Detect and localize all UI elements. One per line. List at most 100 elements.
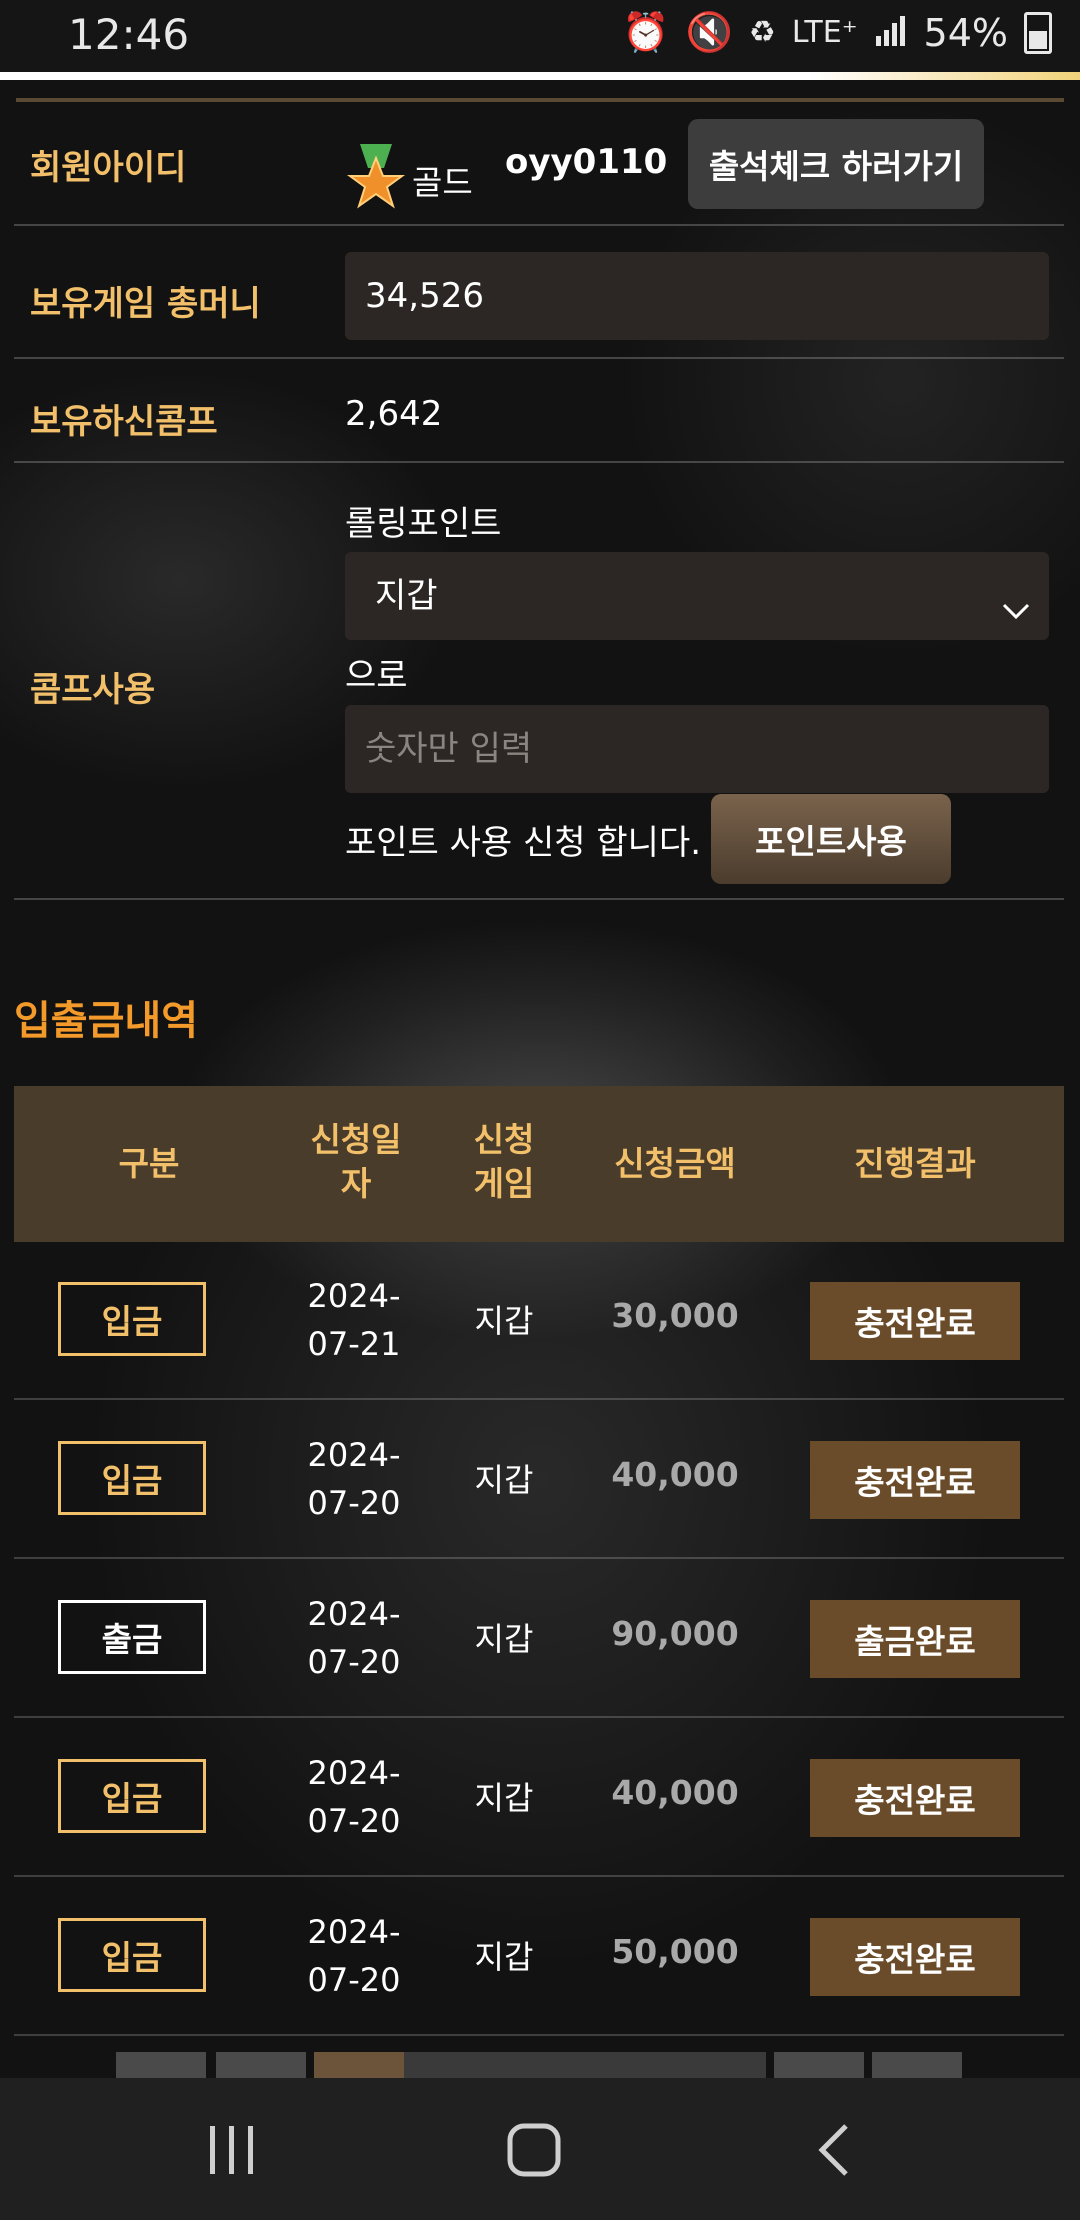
row-date-line2: 07-20 xyxy=(307,1484,401,1522)
status-bar: 12:46 ⏰ 🔇 ♻ LTE⁺ 54% xyxy=(0,0,1080,72)
pagination-last-button[interactable] xyxy=(872,2052,962,2078)
comp-use-label: 콤프사용 xyxy=(30,670,156,710)
status-icons: ⏰ 🔇 ♻ LTE⁺ 54% xyxy=(622,10,1052,55)
row-game: 지갑 xyxy=(474,1938,534,1976)
point-amount-input[interactable]: 숫자만 입력 xyxy=(345,705,1049,793)
table-row: 입금 2024- 07-21 지갑 30,000 충전완료 xyxy=(14,1242,1064,1400)
row-type-badge: 입금 xyxy=(58,1441,206,1515)
row-date-line1: 2024- xyxy=(307,1913,401,1951)
row-type-badge: 입금 xyxy=(58,1918,206,1992)
row-result-badge: 충전완료 xyxy=(810,1441,1020,1519)
table-row: 출금 2024- 07-20 지갑 90,000 출금완료 xyxy=(14,1560,1064,1718)
row-date-line2: 07-21 xyxy=(307,1325,401,1363)
row-type-badge: 입금 xyxy=(58,1759,206,1833)
network-label: LTE⁺ xyxy=(791,15,858,50)
table-row: 입금 2024- 07-20 지갑 50,000 충전완료 xyxy=(14,1878,1064,2036)
wallet-select[interactable]: 지갑 xyxy=(345,552,1049,640)
header-game-line2: 게임 xyxy=(473,1164,535,1203)
row-amount: 30,000 xyxy=(611,1296,739,1335)
row-game: 지갑 xyxy=(474,1461,534,1499)
header-type: 구분 xyxy=(118,1144,180,1183)
status-time: 12:46 xyxy=(68,10,190,59)
history-title: 입출금내역 xyxy=(14,998,198,1044)
history-table-header: 구분 신청일 자 신청 게임 신청금액 진행결과 xyxy=(14,1086,1064,1242)
row-date: 2024- 07-21 xyxy=(274,1272,434,1368)
battery-icon xyxy=(1024,11,1052,54)
row-date-line2: 07-20 xyxy=(307,1802,401,1840)
signal-icon xyxy=(874,11,908,55)
row-date: 2024- 07-20 xyxy=(274,1749,434,1845)
row-date: 2024- 07-20 xyxy=(274,1431,434,1527)
divider xyxy=(14,224,1064,226)
member-user-id: oyy0110 xyxy=(505,142,668,182)
row-date-line1: 2024- xyxy=(307,1436,401,1474)
game-money-field: 34,526 xyxy=(345,252,1049,340)
header-accent-line xyxy=(0,72,1080,80)
recents-icon[interactable] xyxy=(206,2122,258,2182)
to-label: 으로 xyxy=(345,656,408,696)
row-result-badge: 충전완료 xyxy=(810,1759,1020,1837)
row-date-line1: 2024- xyxy=(307,1595,401,1633)
member-grade: 골드 xyxy=(412,163,473,202)
row-date-line1: 2024- xyxy=(307,1277,401,1315)
row-divider xyxy=(14,1875,1064,1877)
row-date-line1: 2024- xyxy=(307,1754,401,1792)
rolling-point-label: 롤링포인트 xyxy=(345,504,502,544)
apply-text: 포인트 사용 신청 합니다. xyxy=(345,823,702,863)
divider xyxy=(14,461,1064,463)
row-game: 지갑 xyxy=(474,1302,534,1340)
back-icon[interactable] xyxy=(814,2122,854,2182)
row-divider xyxy=(14,1716,1064,1718)
header-game: 신청 게임 xyxy=(454,1118,554,1206)
divider xyxy=(14,898,1064,900)
member-id-label: 회원아이디 xyxy=(30,148,187,188)
pagination-prev-button[interactable] xyxy=(216,2052,306,2078)
wallet-select-value: 지갑 xyxy=(375,576,438,616)
alarm-icon: ⏰ xyxy=(622,10,670,54)
header-date-line1: 신청일 xyxy=(310,1120,402,1159)
row-result-badge: 충전완료 xyxy=(810,1918,1020,1996)
row-type-badge: 출금 xyxy=(58,1600,206,1674)
pagination-first-button[interactable] xyxy=(116,2052,206,2078)
pagination-current-page[interactable] xyxy=(314,2052,404,2078)
row-type-badge: 입금 xyxy=(58,1282,206,1356)
medal-star-icon xyxy=(346,144,406,214)
header-game-line1: 신청 xyxy=(473,1120,535,1159)
battery-saver-icon: ♻ xyxy=(748,15,776,50)
comp-label: 보유하신콤프 xyxy=(30,402,218,442)
mute-icon: 🔇 xyxy=(685,10,733,54)
row-amount: 50,000 xyxy=(611,1932,739,1971)
row-divider xyxy=(14,1557,1064,1559)
use-point-button[interactable]: 포인트사용 xyxy=(711,794,951,884)
row-divider xyxy=(14,2034,1064,2036)
header-date: 신청일 자 xyxy=(276,1118,436,1206)
row-game: 지갑 xyxy=(474,1779,534,1817)
row-divider xyxy=(14,1398,1064,1400)
battery-percent: 54% xyxy=(923,10,1008,55)
pagination-pages[interactable] xyxy=(404,2052,766,2078)
pagination-next-button[interactable] xyxy=(774,2052,864,2078)
header-result: 진행결과 xyxy=(854,1144,976,1183)
row-amount: 40,000 xyxy=(611,1773,739,1812)
system-nav-bar xyxy=(0,2078,1080,2220)
section-top-rule xyxy=(16,98,1064,102)
row-date: 2024- 07-20 xyxy=(274,1908,434,2004)
row-amount: 90,000 xyxy=(611,1614,739,1653)
header-amount: 신청금액 xyxy=(614,1144,736,1183)
table-row: 입금 2024- 07-20 지갑 40,000 충전완료 xyxy=(14,1719,1064,1877)
row-result-badge: 충전완료 xyxy=(810,1282,1020,1360)
chevron-down-icon xyxy=(1001,576,1031,664)
row-amount: 40,000 xyxy=(611,1455,739,1494)
game-money-label: 보유게임 총머니 xyxy=(30,284,261,324)
row-date-line2: 07-20 xyxy=(307,1643,401,1681)
comp-value: 2,642 xyxy=(345,394,443,434)
row-game: 지갑 xyxy=(474,1620,534,1658)
row-date-line2: 07-20 xyxy=(307,1961,401,1999)
row-date: 2024- 07-20 xyxy=(274,1590,434,1686)
header-date-line2: 자 xyxy=(340,1164,372,1203)
row-result-badge: 출금완료 xyxy=(810,1600,1020,1678)
attendance-check-button[interactable]: 출석체크 하러가기 xyxy=(688,119,984,209)
home-icon[interactable] xyxy=(506,2122,562,2182)
table-row: 입금 2024- 07-20 지갑 40,000 충전완료 xyxy=(14,1401,1064,1559)
divider xyxy=(14,357,1064,359)
